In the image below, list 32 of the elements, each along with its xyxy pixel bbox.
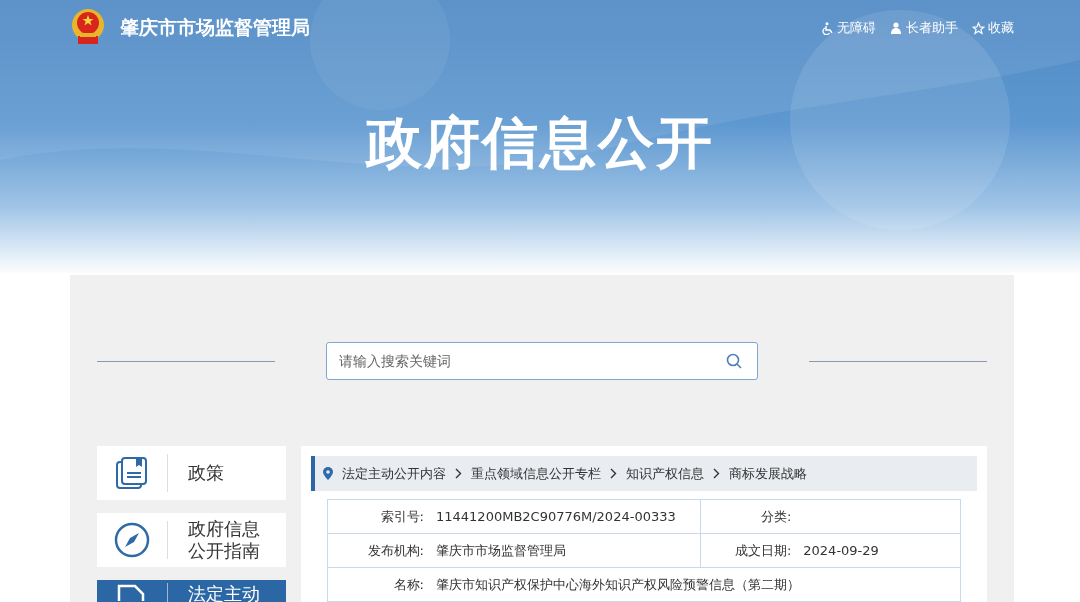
- person-icon: [890, 22, 903, 34]
- breadcrumb-link[interactable]: 知识产权信息: [626, 464, 704, 483]
- field-value: 肇庆市知识产权保护中心海外知识产权风险预警信息（第二期）: [435, 575, 800, 594]
- field-label: 成文日期:: [733, 541, 792, 560]
- search-field[interactable]: 请输入搜索关键词: [326, 342, 758, 380]
- breadcrumb-link[interactable]: 商标发展战略: [729, 464, 807, 483]
- sidebar-label: 法定主动: [187, 583, 260, 602]
- book-icon: [115, 456, 149, 490]
- chevron-right-icon: [713, 468, 720, 479]
- chevron-right-icon: [610, 468, 617, 479]
- sidebar-item[interactable]: 法定主动: [97, 580, 286, 602]
- breadcrumb-link[interactable]: 重点领域信息公开专栏: [471, 464, 601, 483]
- sidebar-item[interactable]: 政策: [97, 446, 286, 500]
- location-pin-icon: [323, 467, 333, 480]
- sidebar-label: 政策: [187, 462, 224, 484]
- banner-title: 政府信息公开: [364, 109, 715, 177]
- sidebar-label: 政府信息 公开指南: [187, 518, 260, 562]
- field-value: 11441200MB2C90776M/2024-00333: [435, 509, 676, 524]
- field-value: 肇庆市市场监督管理局: [435, 541, 566, 560]
- wheelchair-icon: [822, 21, 834, 35]
- field-label: 发布机构:: [366, 541, 424, 560]
- search-icon: [726, 353, 742, 369]
- chevron-right-icon: [455, 468, 462, 479]
- compass-icon: [114, 522, 150, 558]
- site-title: 肇庆市市场监督管理局: [120, 15, 310, 40]
- field-value: 2024-09-29: [802, 543, 879, 558]
- star-icon: [972, 21, 985, 35]
- field-label: 分类:: [759, 507, 792, 526]
- sidebar-item[interactable]: 政府信息 公开指南: [97, 513, 286, 567]
- field-label: 索引号:: [379, 507, 424, 526]
- field-label: 名称:: [392, 575, 424, 594]
- breadcrumb-link[interactable]: 法定主动公开内容: [342, 464, 446, 483]
